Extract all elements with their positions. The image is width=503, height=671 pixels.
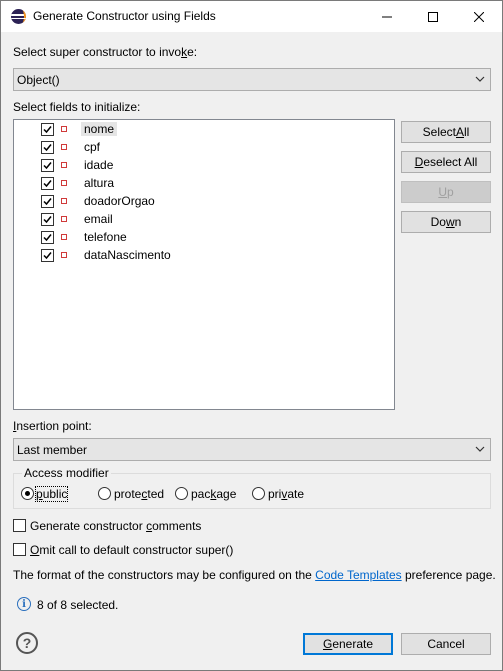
field-checkbox[interactable] [41,123,54,136]
checkmark-icon [43,216,52,224]
field-checkbox[interactable] [41,141,54,154]
insertion-point-label: Insertion point: [13,419,92,433]
field-checkbox[interactable] [41,231,54,244]
field-row-telefone[interactable]: telefone [14,228,394,246]
field-row-datanascimento[interactable]: dataNascimento [14,246,394,264]
field-row-doadororgao[interactable]: doadorOrgao [14,192,394,210]
dialog-window: Generate Constructor using Fields Select… [0,0,503,671]
generate-button[interactable]: Generate [303,633,393,655]
omit-super-call-checkbox[interactable] [13,543,26,556]
deselect-all-button[interactable]: Deselect All [401,151,491,173]
insertion-point-value: Last member [17,443,88,457]
private-field-icon [61,216,67,222]
private-field-icon [61,162,67,168]
radio-public-label[interactable]: public [34,486,69,502]
fields-label: Select fields to initialize: [13,100,141,114]
checkmark-icon [43,198,52,206]
insertion-point-combo[interactable]: Last member [13,438,491,461]
field-checkbox[interactable] [41,195,54,208]
generate-comments-checkbox[interactable] [13,519,26,532]
access-modifier-group: Access modifier public protected package… [13,466,491,509]
up-button[interactable]: Up [401,181,491,203]
private-field-icon [61,126,67,132]
eclipse-app-icon [11,9,26,24]
private-field-icon [61,144,67,150]
checkmark-icon [43,180,52,188]
radio-package-label[interactable]: package [191,487,236,501]
radio-public[interactable] [21,487,34,500]
private-field-icon [61,180,67,186]
chevron-down-icon [475,76,485,82]
checkmark-icon [43,252,52,260]
checkmark-icon [43,144,52,152]
checkmark-icon [43,234,52,242]
private-field-icon [61,252,67,258]
minimize-button[interactable] [364,1,410,32]
field-name: altura [84,176,115,190]
field-row-email[interactable]: email [14,210,394,228]
close-icon [474,11,484,22]
private-field-icon [61,234,67,240]
private-field-icon [61,198,67,204]
maximize-icon [428,11,438,22]
minimize-icon [382,16,392,17]
radio-package[interactable] [175,487,188,500]
radio-protected-label[interactable]: protected [114,487,164,501]
templates-hint: The format of the constructors may be co… [13,568,496,582]
field-row-altura[interactable]: altura [14,174,394,192]
field-checkbox[interactable] [41,177,54,190]
checkmark-icon [43,162,52,170]
title-bar: Generate Constructor using Fields [1,1,502,32]
info-icon: i [17,597,31,611]
field-checkbox[interactable] [41,159,54,172]
chevron-down-icon [475,446,485,452]
super-constructor-value: Object() [17,73,60,87]
field-checkbox[interactable] [41,249,54,262]
selection-status: 8 of 8 selected. [37,598,119,612]
select-all-button[interactable]: Select All [401,121,491,143]
super-constructor-combo[interactable]: Object() [13,68,491,91]
field-checkbox[interactable] [41,213,54,226]
radio-protected[interactable] [98,487,111,500]
field-row-cpf[interactable]: cpf [14,138,394,156]
code-templates-link[interactable]: Code Templates [315,568,402,582]
generate-comments-label[interactable]: Generate constructor comments [30,519,201,533]
super-constructor-label: Select super constructor to invoke: [13,45,198,59]
field-row-idade[interactable]: idade [14,156,394,174]
radio-private[interactable] [252,487,265,500]
checkmark-icon [43,126,52,134]
omit-super-call-label[interactable]: Omit call to default constructor super() [30,543,233,557]
fields-list[interactable]: nome cpf idade altura doadorOrgao email [13,119,395,410]
field-name: nome [81,122,118,136]
field-name: dataNascimento [84,248,171,262]
close-button[interactable] [456,1,502,32]
field-name: cpf [84,140,101,154]
access-modifier-title: Access modifier [22,466,111,480]
field-name: email [84,212,113,226]
field-row-nome[interactable]: nome [14,120,394,138]
field-name: idade [84,158,114,172]
radio-private-label[interactable]: private [268,487,304,501]
down-button[interactable]: Do w n [401,211,491,233]
cancel-button[interactable]: Cancel [401,633,491,655]
help-icon[interactable]: ? [16,632,38,654]
window-title: Generate Constructor using Fields [33,9,216,23]
field-name: telefone [84,230,127,244]
maximize-button[interactable] [410,1,456,32]
field-name: doadorOrgao [84,194,155,208]
